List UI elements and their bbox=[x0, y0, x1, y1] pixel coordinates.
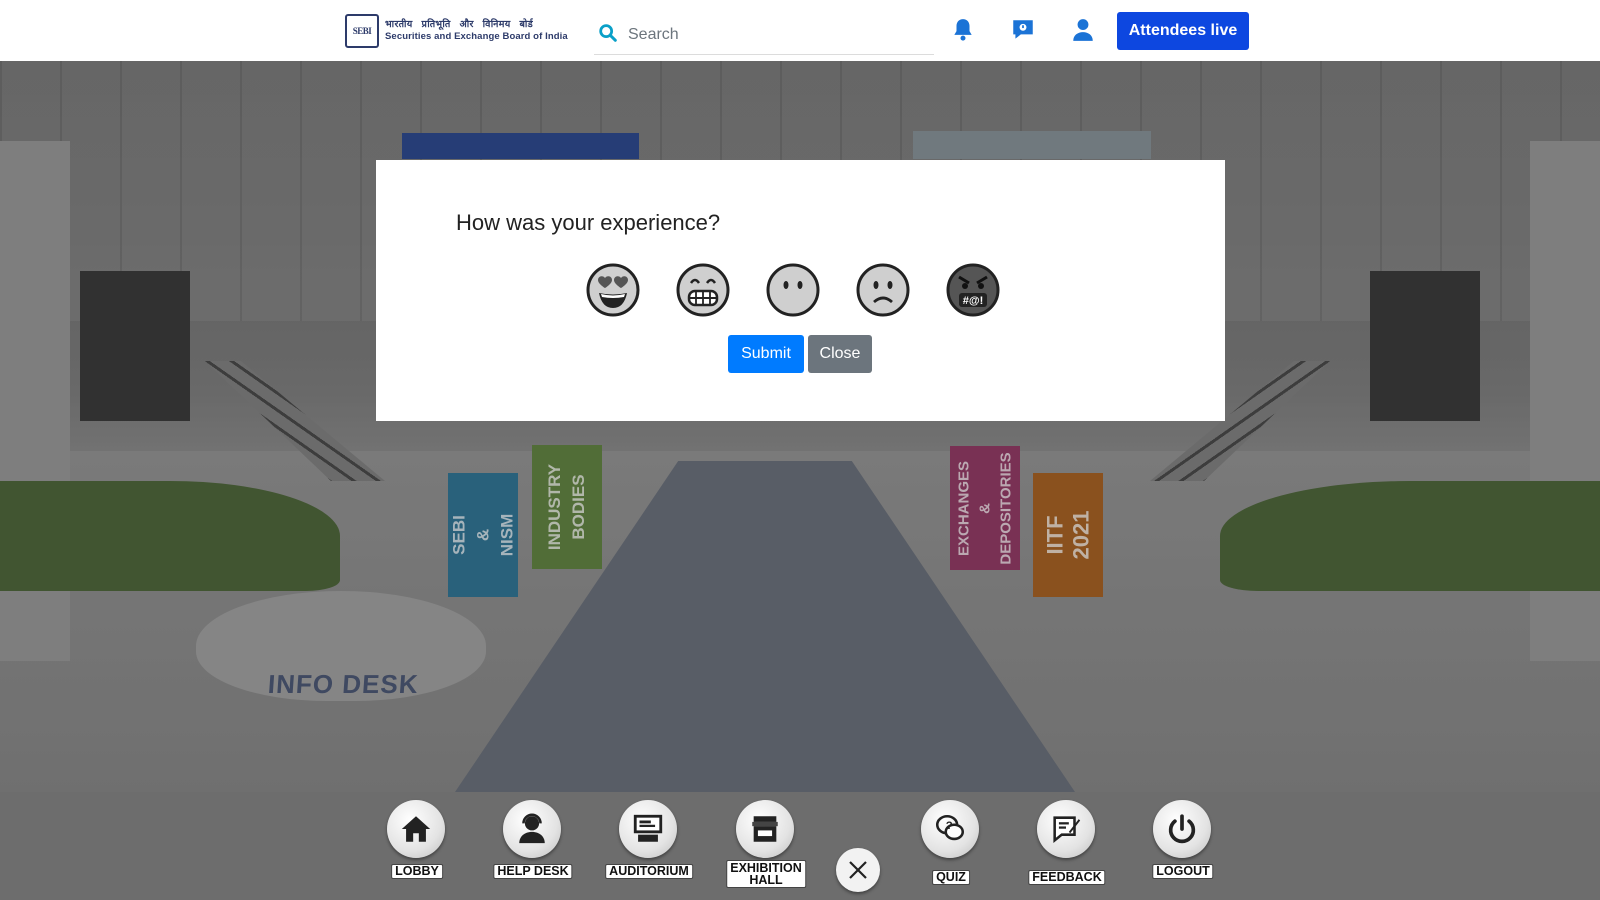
home-icon bbox=[401, 816, 431, 842]
top-header: SEBI भारतीय प्रतिभूति और विनिमय बोर्ड Se… bbox=[0, 0, 1600, 61]
sebi-logo-mark: SEBI bbox=[345, 14, 379, 48]
nav-help-desk-button[interactable] bbox=[503, 800, 561, 858]
nav-feedback-label: FEEDBACK bbox=[1028, 870, 1106, 885]
logo-hindi-text: भारतीय प्रतिभूति और विनिमय बोर्ड bbox=[385, 19, 534, 30]
attendees-live-button[interactable]: Attendees live bbox=[1117, 12, 1249, 50]
nav-quiz[interactable]: ? QUIZ bbox=[901, 800, 1001, 896]
heart-eyes-emoji-icon[interactable] bbox=[586, 263, 640, 317]
svg-text:#@!: #@! bbox=[963, 295, 984, 307]
nav-lobby-button[interactable] bbox=[387, 800, 445, 858]
headset-person-icon bbox=[519, 813, 545, 844]
svg-text:?: ? bbox=[946, 820, 953, 832]
nav-logout-label: LOGOUT bbox=[1152, 864, 1214, 879]
nav-feedback-button[interactable] bbox=[1037, 800, 1095, 858]
grinning-emoji-icon[interactable] bbox=[676, 263, 730, 317]
submit-button[interactable]: Submit bbox=[728, 335, 804, 373]
modal-title: How was your experience? bbox=[456, 210, 721, 235]
nav-lobby-label: LOBBY bbox=[391, 864, 443, 879]
feedback-modal: How was your experience? #@! Submit Clos… bbox=[376, 160, 1225, 421]
nav-help-desk-label: HELP DESK bbox=[493, 864, 573, 879]
nav-logout-button[interactable] bbox=[1153, 800, 1211, 858]
sebi-logo-text: भारतीय प्रतिभूति और विनिमय बोर्ड Securit… bbox=[385, 19, 568, 43]
presentation-board-icon bbox=[633, 814, 663, 842]
power-icon bbox=[1168, 814, 1196, 844]
nav-quiz-button[interactable]: ? bbox=[921, 800, 979, 858]
nav-auditorium[interactable]: AUDITORIUM bbox=[599, 800, 699, 896]
nav-auditorium-button[interactable] bbox=[619, 800, 677, 858]
close-button[interactable]: Close bbox=[808, 335, 872, 373]
sebi-logo[interactable]: SEBI भारतीय प्रतिभूति और विनिमय बोर्ड Se… bbox=[345, 14, 580, 48]
search-icon[interactable] bbox=[597, 22, 619, 44]
nav-lobby[interactable]: LOBBY bbox=[367, 800, 467, 896]
search-input[interactable] bbox=[626, 20, 930, 50]
close-icon bbox=[849, 861, 867, 879]
nav-exhibition-hall-button[interactable] bbox=[736, 800, 794, 858]
emoji-rating-row: #@! bbox=[586, 263, 1006, 319]
frowning-emoji-icon[interactable] bbox=[856, 263, 910, 317]
nav-exhibition-hall-label: EXHIBITION HALL bbox=[726, 860, 806, 888]
nav-feedback[interactable]: FEEDBACK bbox=[1017, 800, 1117, 896]
nav-logout[interactable]: LOGOUT bbox=[1133, 800, 1233, 896]
user-icon[interactable] bbox=[1070, 17, 1096, 43]
storefront-icon bbox=[752, 816, 778, 842]
angry-cursing-emoji-icon[interactable]: #@! bbox=[946, 263, 1000, 317]
nav-quiz-label: QUIZ bbox=[932, 870, 970, 885]
quiz-bubbles-icon: ? bbox=[935, 814, 965, 841]
nav-exhibition-hall[interactable]: EXHIBITION HALL bbox=[716, 800, 816, 896]
neutral-emoji-icon[interactable] bbox=[766, 263, 820, 317]
nav-help-desk[interactable]: HELP DESK bbox=[483, 800, 583, 896]
logo-english-text: Securities and Exchange Board of India bbox=[385, 31, 568, 42]
feedback-form-icon bbox=[1053, 816, 1081, 843]
bell-icon[interactable] bbox=[950, 17, 976, 43]
search-bar bbox=[594, 14, 934, 55]
bottom-nav: LOBBY HELP DESK AUDITORIUM EXHIBITION HA… bbox=[0, 792, 1600, 900]
chat-icon[interactable] bbox=[1010, 17, 1036, 43]
nav-auditorium-label: AUDITORIUM bbox=[605, 864, 693, 879]
nav-collapse-close-button[interactable] bbox=[836, 848, 880, 892]
